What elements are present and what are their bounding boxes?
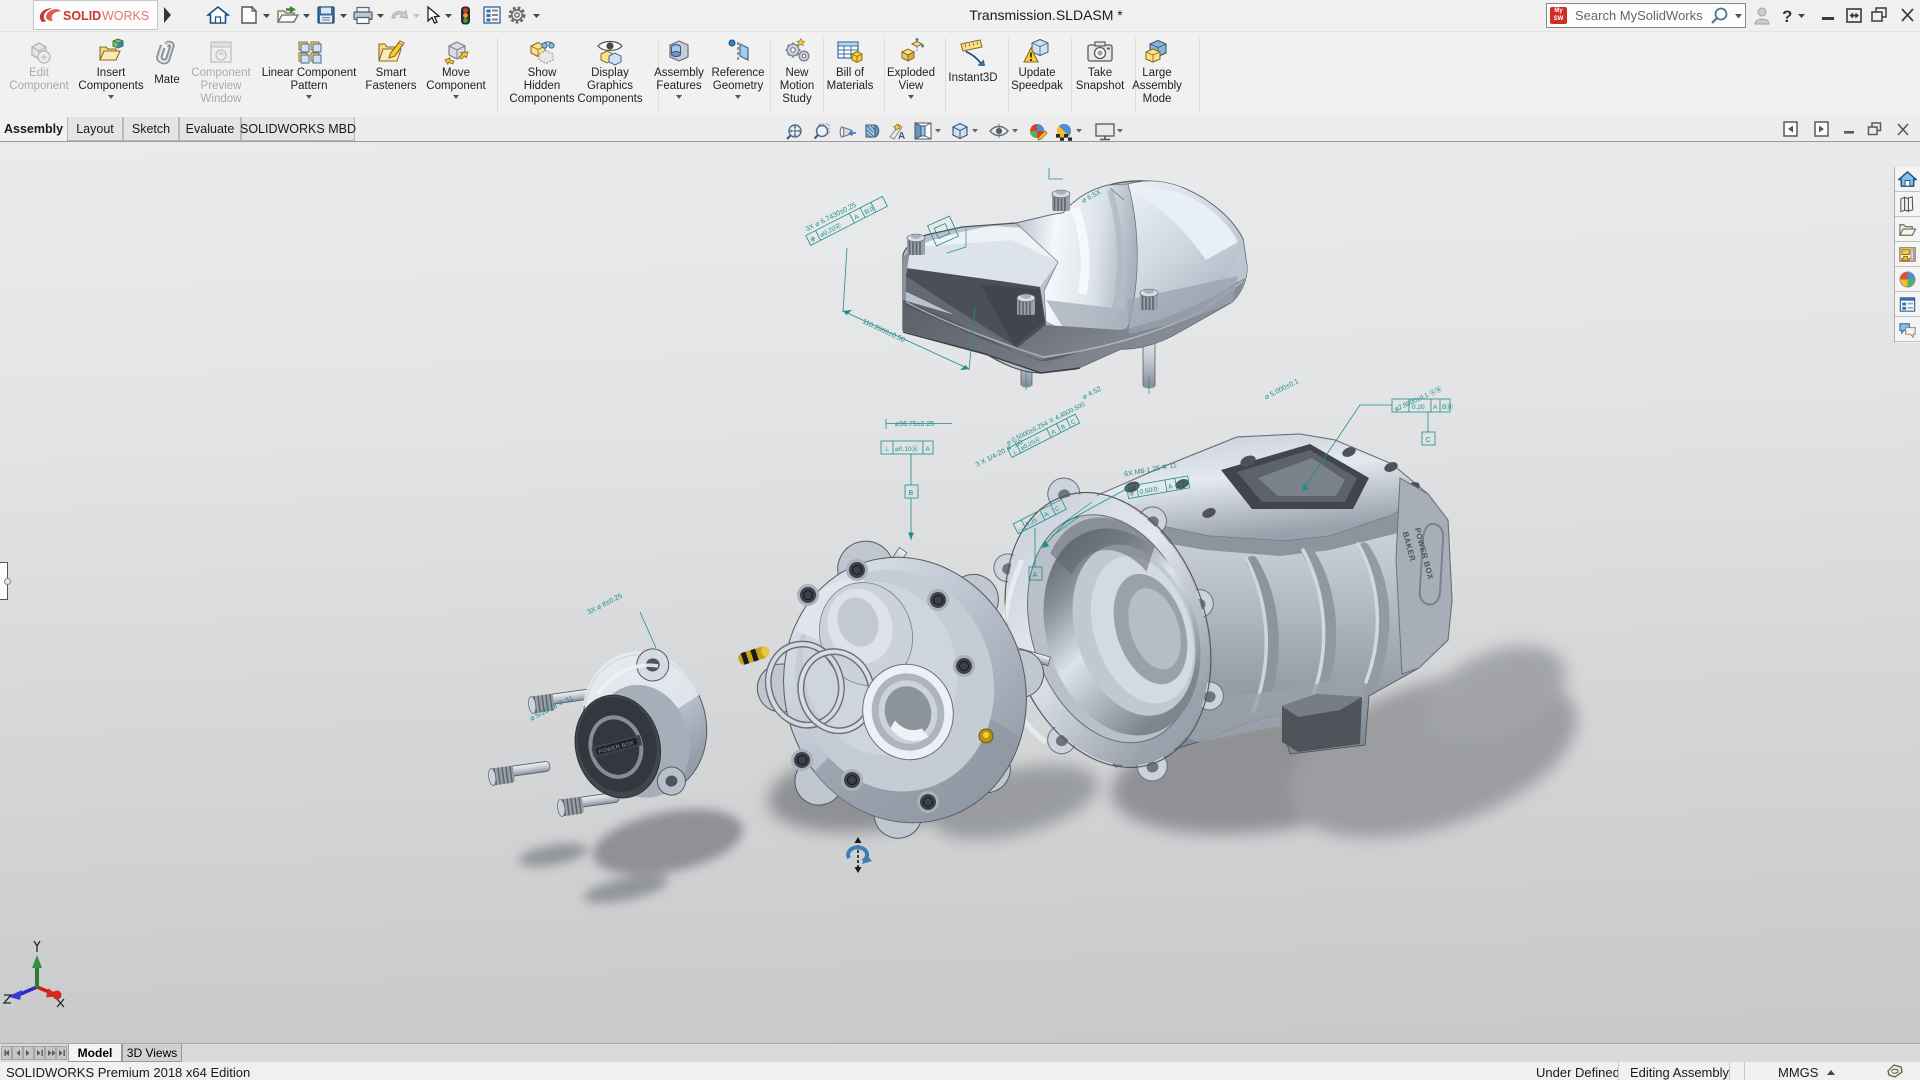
svg-text:3X ⌀ 8±0.25: 3X ⌀ 8±0.25 [586,593,623,617]
svg-text:⊥: ⊥ [884,446,890,453]
svg-text:C: C [1070,419,1077,427]
svg-text:C: C [1426,437,1431,444]
svg-text:BⒹ: BⒹ [863,204,877,216]
svg-text:SOLID: SOLID [63,9,101,23]
svg-text:B: B [909,490,914,497]
svg-text:110.2666±0.50: 110.2666±0.50 [861,318,906,344]
svg-text:BⒹ: BⒹ [1442,403,1453,411]
svg-text:⌀ 4.52: ⌀ 4.52 [1082,386,1103,401]
svg-text:A: A [1433,404,1438,411]
svg-text:A: A [926,446,931,453]
svg-text:◡: ◡ [1396,404,1402,411]
svg-text:A: A [1033,572,1038,579]
svg-text:A: A [898,131,905,142]
svg-text:⌀96.75±0.25: ⌀96.75±0.25 [895,421,934,428]
svg-text:?: ? [1782,7,1792,26]
svg-text:⌀ 5.000±0.1: ⌀ 5.000±0.1 [1264,378,1300,401]
svg-text:0.20: 0.20 [1412,404,1425,411]
svg-text:WORKS: WORKS [102,9,149,23]
svg-text:⌀0.10Ⓐ: ⌀0.10Ⓐ [895,445,919,453]
